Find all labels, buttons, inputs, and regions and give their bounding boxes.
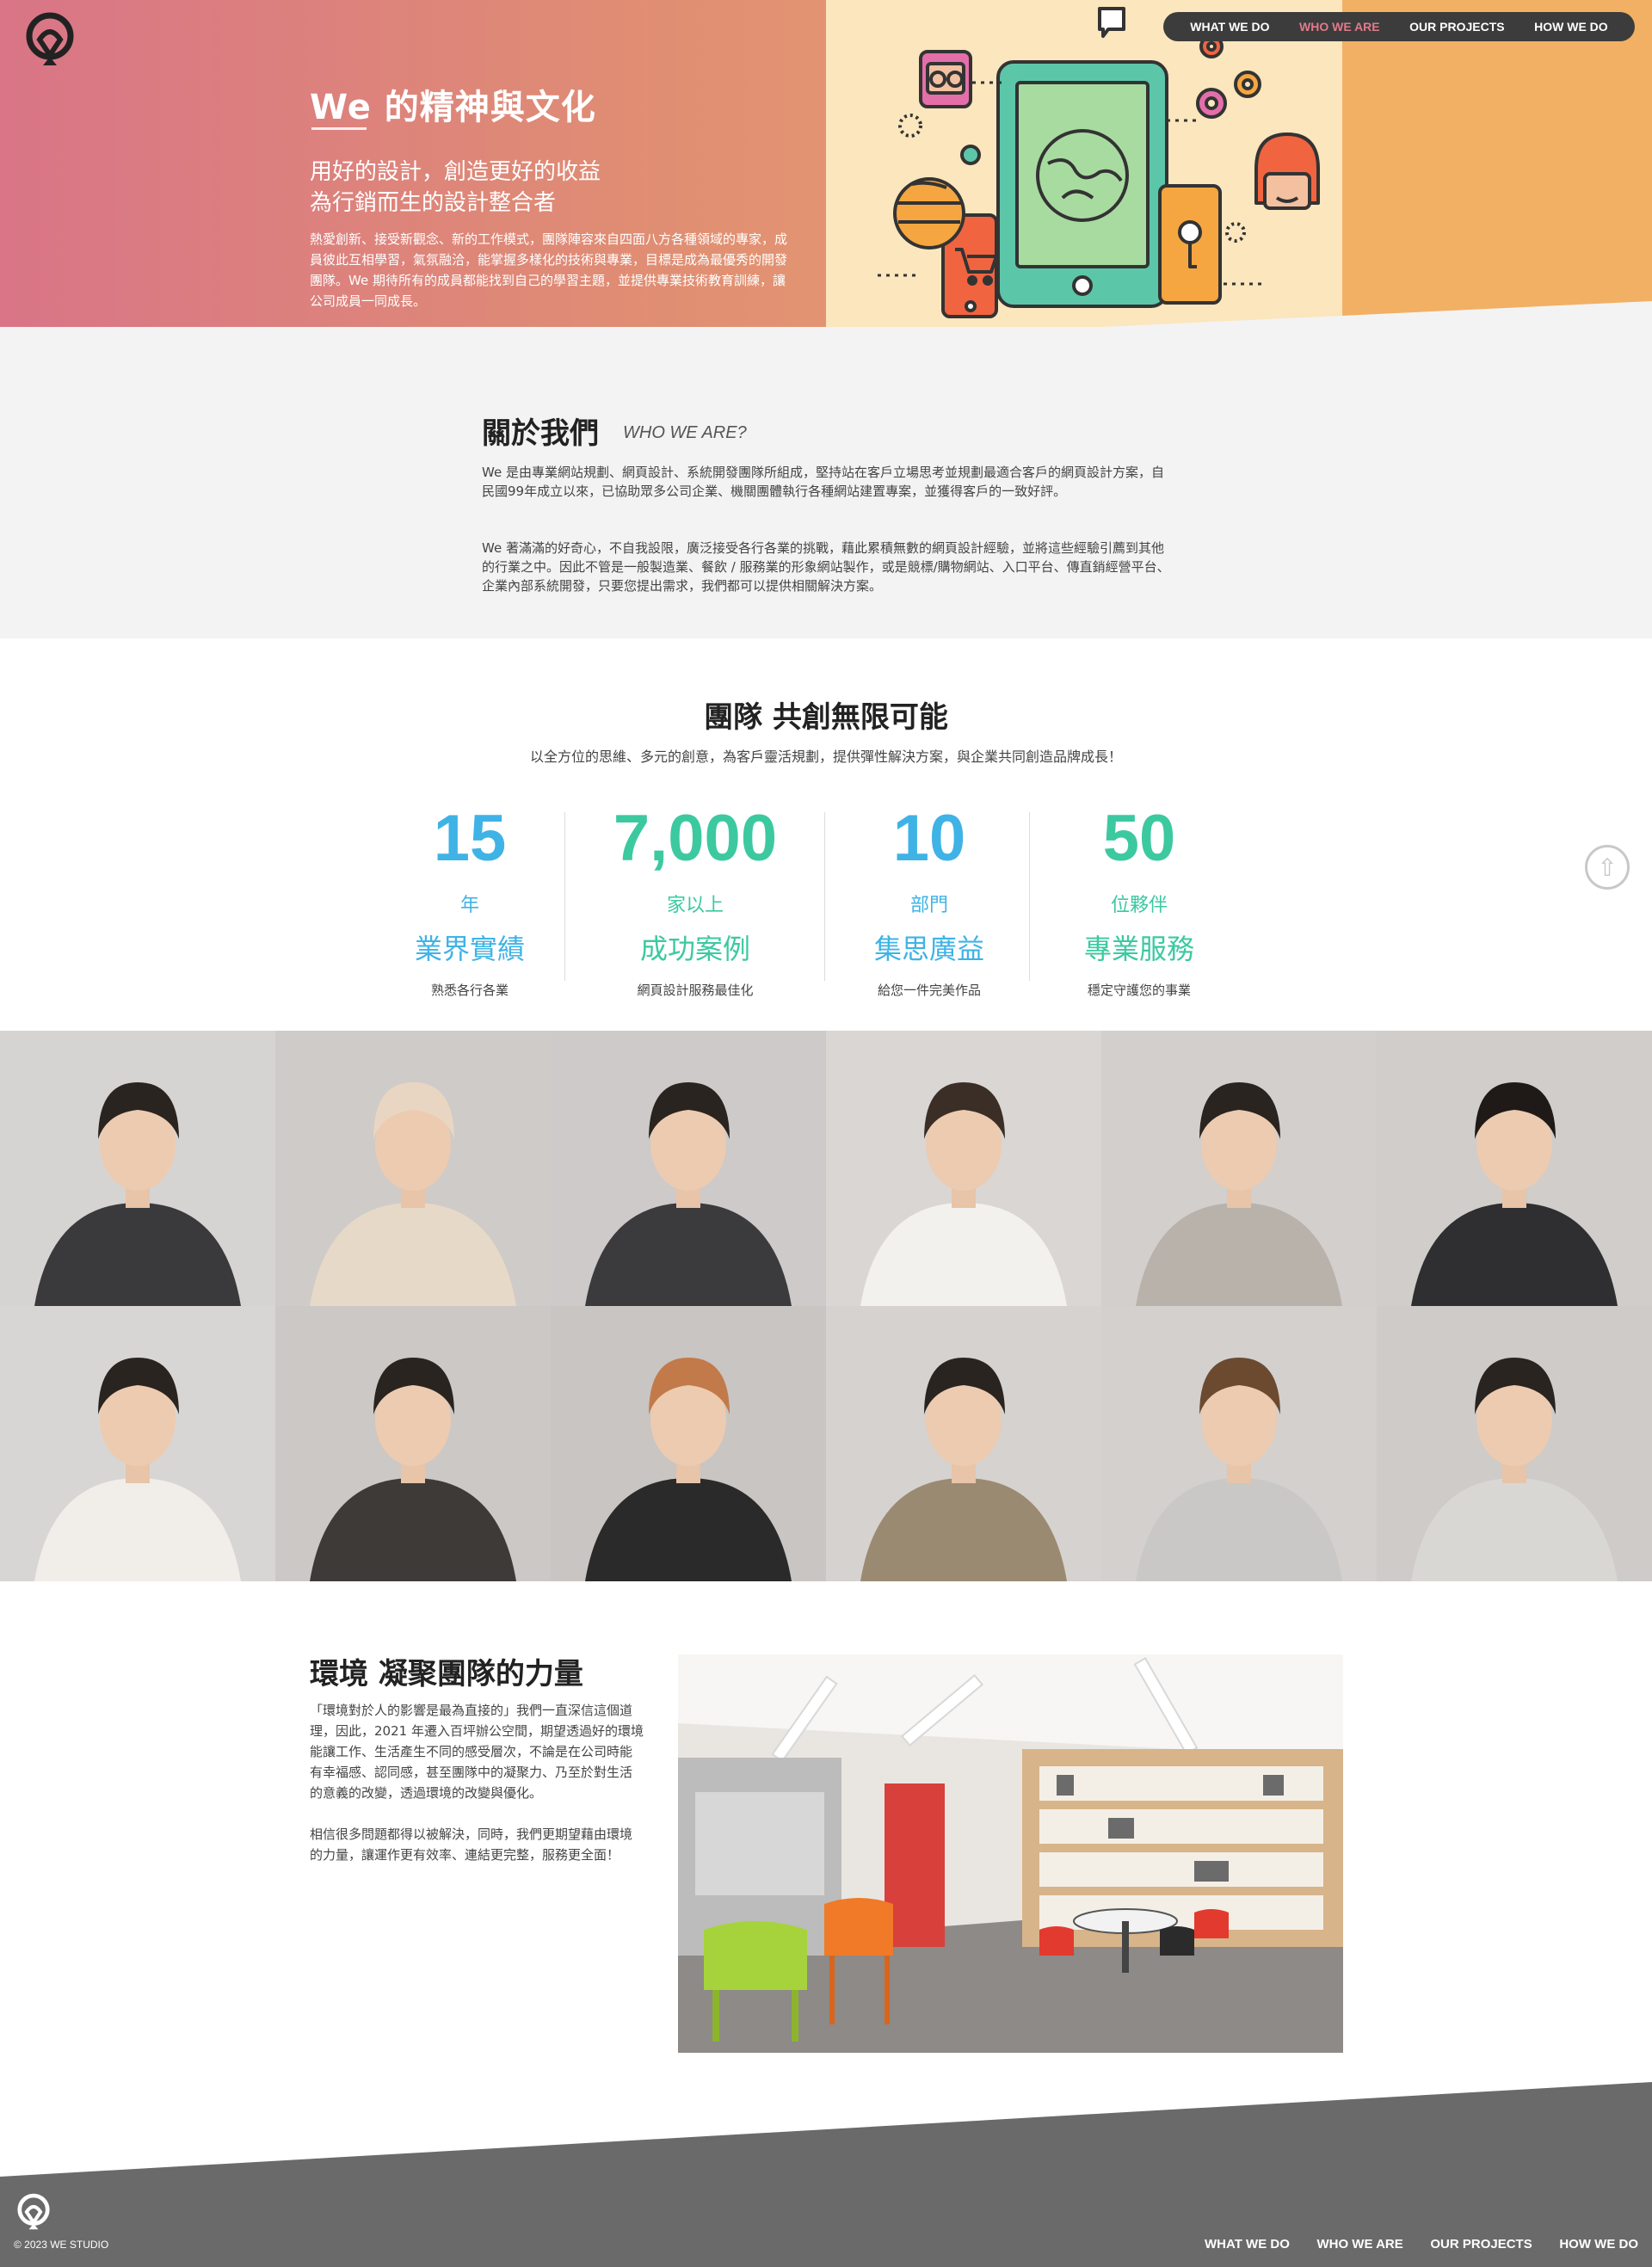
environment-paragraph-2: 相信很多問題都得以被解決，同時，我們更期望藉由環境的力量，讓運作更有效率、連結更…: [310, 1827, 633, 1863]
stat-unit: 家以上: [666, 895, 724, 916]
team-subtitle: 以全方位的思維、多元的創意，為客戶靈活規劃，提供彈性解決方案，與企業共同創造品牌…: [529, 748, 1122, 765]
stat-years: 15 年 業界實績 熟悉各行各業: [384, 800, 556, 999]
portrait-image: [1377, 1306, 1652, 1581]
team-title: 團隊 共創無限可能: [704, 700, 948, 735]
portrait-image: [275, 1306, 551, 1581]
portrait-image: [1377, 1031, 1652, 1306]
team-member-photo: [826, 1306, 1101, 1581]
team-member-photo: [1377, 1306, 1652, 1581]
team-member-photo: [1377, 1031, 1652, 1306]
nav-who-we-are[interactable]: WHO WE ARE: [1299, 20, 1380, 34]
hero-title-underline: [311, 127, 367, 130]
portrait-image: [826, 1031, 1101, 1306]
about-paragraph-2: We 著滿滿的好奇心，不自我設限，廣泛接受各行各業的挑戰，藉此累積無數的網頁設計…: [482, 540, 1170, 594]
stat-unit: 部門: [909, 895, 948, 916]
stat-name: 集思廣益: [873, 933, 984, 965]
about-title-en: WHO WE ARE?: [623, 423, 747, 442]
stat-cases: 7,000 家以上 成功案例 網頁設計服務最佳化: [587, 800, 804, 999]
footer-logo[interactable]: [14, 2192, 53, 2232]
team-member-photo: [826, 1031, 1101, 1306]
office-photo: [678, 1654, 1343, 2053]
team-member-photo: [551, 1306, 826, 1581]
portrait-image: [1101, 1031, 1377, 1306]
top-nav: WHAT WE DO WHO WE ARE OUR PROJECTS HOW W…: [1163, 12, 1635, 41]
portrait-image: [1101, 1306, 1377, 1581]
stat-name: 專業服務: [1083, 933, 1194, 965]
portrait-image: [275, 1031, 551, 1306]
portrait-image: [551, 1031, 826, 1306]
hero-title: We 的精神與文化: [310, 88, 596, 127]
team-member-photo: [1101, 1306, 1377, 1581]
hero-subtitle: 用好的設計，創造更好的收益 為行銷而生的設計整合者: [310, 157, 601, 219]
environment-paragraph-1: 「環境對於人的影響是最為直接的」我們一直深信這個道理，因此，2021 年遷入百坪…: [310, 1703, 644, 1801]
stat-divider: [1029, 812, 1030, 981]
hero-body-text: 熱愛創新、接受新觀念、新的工作模式，團隊陣容來自四面八方各種領域的專家，成員彼此…: [310, 231, 788, 309]
footer-nav-how-we-do[interactable]: HOW WE DO: [1559, 2237, 1638, 2252]
hero-subtitle-1: 用好的設計，創造更好的收益: [310, 159, 601, 185]
about-paragraph-1: We 是由專業網站規劃、網頁設計、系統開發團隊所組成，堅持站在客戶立場思考並規劃…: [482, 465, 1164, 499]
nav-our-projects[interactable]: OUR PROJECTS: [1409, 20, 1504, 34]
team-member-photo: [275, 1306, 551, 1581]
about-title: 關於我們: [482, 416, 599, 451]
footer-nav-what-we-do[interactable]: WHAT WE DO: [1205, 2237, 1290, 2252]
hero-slant: [0, 301, 1652, 379]
stat-divider: [824, 812, 825, 981]
portrait-image: [0, 1031, 275, 1306]
stat-unit: 年: [459, 895, 479, 916]
brand-logo[interactable]: [21, 10, 79, 69]
portrait-image: [0, 1306, 275, 1581]
footer-nav-our-projects[interactable]: OUR PROJECTS: [1430, 2237, 1532, 2252]
stat-desc: 熟悉各行各業: [430, 983, 509, 998]
team-member-photo: [0, 1031, 275, 1306]
portrait-image: [551, 1306, 826, 1581]
team-member-photo: [551, 1031, 826, 1306]
environment-title: 環境 凝聚團隊的力量: [310, 1657, 583, 1691]
stat-departments: 10 部門 集思廣益 給您一件完美作品: [843, 800, 1015, 999]
stat-divider: [564, 812, 565, 981]
stat-number: 10: [892, 802, 966, 875]
footer-copyright: © 2023 WE STUDIO: [14, 2239, 109, 2251]
hero-banner: We 的精神與文化 用好的設計，創造更好的收益 為行銷而生的設計整合者 熱愛創新…: [0, 0, 1652, 379]
team-member-photo: [275, 1031, 551, 1306]
stat-number: 50: [1102, 802, 1176, 875]
arrow-up-icon: ⇧: [1597, 853, 1618, 882]
team-member-photo: [1101, 1031, 1377, 1306]
team-photo-grid: [0, 1031, 1652, 1581]
scroll-top-button[interactable]: ⇧: [1585, 845, 1630, 890]
stat-desc: 網頁設計服務最佳化: [637, 983, 754, 998]
stat-name: 業界實績: [414, 933, 525, 965]
footer-nav: WHAT WE DO WHO WE ARE OUR PROJECTS HOW W…: [1205, 2237, 1638, 2252]
stat-desc: 給您一件完美作品: [877, 983, 981, 998]
portrait-image: [826, 1306, 1101, 1581]
stat-name: 成功案例: [639, 933, 750, 965]
stat-number: 15: [433, 802, 507, 875]
team-member-photo: [0, 1306, 275, 1581]
stat-number: 7,000: [613, 802, 778, 875]
stat-partners: 50 位夥伴 專業服務 穩定守護您的事業: [1053, 800, 1225, 999]
nav-how-we-do[interactable]: HOW WE DO: [1534, 20, 1608, 34]
stat-desc: 穩定守護您的事業: [1087, 983, 1191, 998]
footer-nav-who-we-are[interactable]: WHO WE ARE: [1316, 2237, 1402, 2252]
nav-what-we-do[interactable]: WHAT WE DO: [1190, 20, 1269, 34]
hero-subtitle-2: 為行銷而生的設計整合者: [310, 190, 557, 216]
stat-unit: 位夥伴: [1110, 895, 1168, 916]
